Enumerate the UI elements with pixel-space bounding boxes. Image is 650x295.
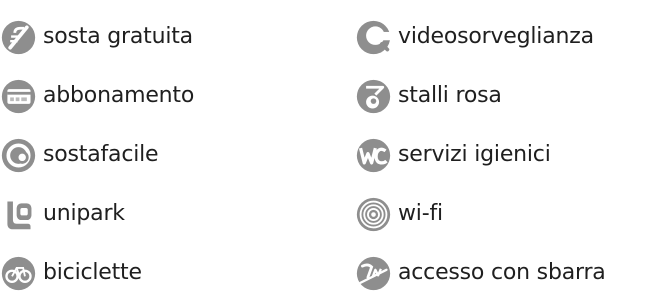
amenity-label: sosta gratuita (43, 24, 193, 49)
amenity-video-surveillance: videosorveglianza (355, 15, 594, 59)
security-camera-icon (356, 20, 392, 54)
wifi-icon (356, 197, 391, 231)
amenity-label: servizi igienici (398, 142, 551, 167)
amenity-label: sostafacile (43, 142, 159, 167)
amenity-label: abbonamento (43, 83, 195, 108)
amenity-label: stalli rosa (398, 83, 502, 108)
amenity-label: unipark (43, 201, 125, 226)
wc-icon (356, 138, 391, 172)
pink-stall-icon (356, 79, 391, 113)
amenity-pink-stalls: stalli rosa (355, 74, 502, 118)
amenity-label: wi-fi (398, 201, 443, 226)
amenity-label: accesso con sbarra (398, 260, 606, 285)
subscription-card-icon (1, 79, 36, 113)
amenity-bicycle: biciclette (0, 251, 142, 295)
barrier-access-icon (356, 256, 391, 290)
amenity-wifi: wi-fi (355, 192, 443, 236)
amenity-label: biciclette (43, 260, 142, 285)
amenity-barrier-access: accesso con sbarra (355, 251, 606, 295)
amenity-sostafacile: sostafacile (0, 133, 159, 177)
free-parking-icon (1, 20, 36, 54)
amenity-subscription: abbonamento (0, 74, 194, 118)
amenity-free-parking: sosta gratuita (0, 15, 193, 59)
bicycle-icon (1, 256, 36, 290)
sostafacile-icon (1, 138, 36, 172)
unipark-icon (7, 201, 32, 229)
amenity-restrooms: servizi igienici (355, 133, 551, 177)
amenity-unipark: unipark (0, 192, 125, 236)
amenity-label: videosorveglianza (398, 24, 594, 49)
